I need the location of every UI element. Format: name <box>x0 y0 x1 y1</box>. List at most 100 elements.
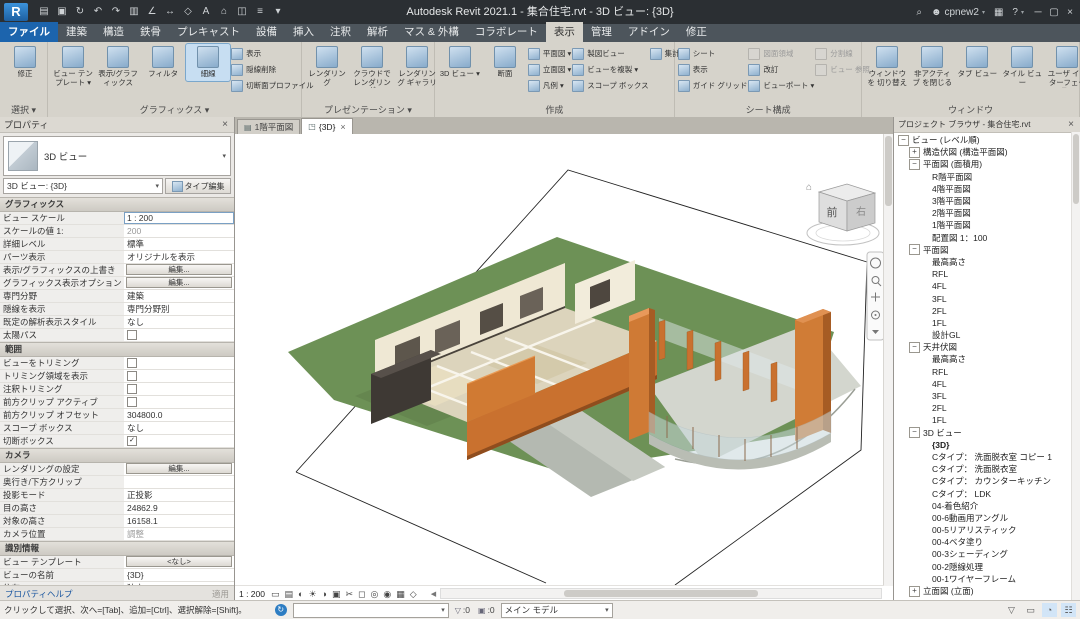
model-canvas[interactable]: 前 右 ⌂ <box>235 134 884 586</box>
tree-item[interactable]: +立面図 (立面) <box>894 585 1080 597</box>
ribbon-tab-11[interactable]: 表示 <box>546 22 583 42</box>
ribbon-tab-6[interactable]: 挿入 <box>285 22 322 42</box>
ribbon-button-4-0-2[interactable]: ガイド グリッド <box>678 79 748 92</box>
ribbon-tab-1[interactable]: 建築 <box>58 22 95 42</box>
aligned-dimension-icon[interactable]: ↔ <box>162 4 178 20</box>
tree-item[interactable]: 2階平面図 <box>894 207 1080 219</box>
tree-item[interactable]: 00-1ワイヤーフレーム <box>894 573 1080 585</box>
tree-expander-icon[interactable]: − <box>909 244 920 255</box>
tree-item[interactable]: −3D ビュー <box>894 427 1080 439</box>
temporary-view-properties-icon[interactable]: ▦ <box>396 587 405 601</box>
crop-region-visibility-icon[interactable]: ◻ <box>358 587 365 601</box>
property-value[interactable]: 16158.1 <box>124 515 234 527</box>
tree-item[interactable]: RFL <box>894 268 1080 280</box>
tree-item[interactable]: 00-4ベタ塗り <box>894 536 1080 548</box>
reveal-hidden-elements-icon[interactable]: ◉ <box>383 587 391 601</box>
tree-item[interactable]: Cタイプ： LDK <box>894 487 1080 499</box>
property-value[interactable]: 正投影 <box>124 489 234 501</box>
tree-expander-icon[interactable]: − <box>909 159 920 170</box>
view-tab-1[interactable]: ◳{3D}× <box>301 118 352 134</box>
ribbon-button-3-2-2[interactable]: 凡例 ▾ <box>528 79 571 92</box>
autodesk-account[interactable]: ☻cpnew2▾ <box>931 7 985 18</box>
sync-status-icon[interactable]: ↻ <box>275 604 287 616</box>
ribbon-button-0-0[interactable]: 修正 <box>3 44 47 81</box>
ribbon-button-3-3-2[interactable]: スコープ ボックス <box>572 79 648 92</box>
help-icon[interactable]: ?▾ <box>1012 7 1024 18</box>
property-value[interactable]: 建築 <box>124 290 234 302</box>
properties-help-link[interactable]: プロパティヘルプ <box>5 588 212 600</box>
default-3d-view-icon[interactable]: ⌂ <box>216 4 232 20</box>
ribbon-tab-3[interactable]: 鉄骨 <box>132 22 169 42</box>
tree-item[interactable]: 1FL <box>894 414 1080 426</box>
scrollbar-thumb[interactable] <box>564 590 758 597</box>
tree-item[interactable]: 00-2隠線処理 <box>894 561 1080 573</box>
scrollbar-thumb[interactable] <box>1073 134 1079 204</box>
tree-item[interactable]: RFL <box>894 366 1080 378</box>
property-value[interactable] <box>124 357 234 369</box>
save-icon[interactable]: ▣ <box>54 4 70 20</box>
ribbon-button-1-2[interactable]: フィルタ <box>141 44 185 81</box>
edit-type-button[interactable]: タイプ編集 <box>165 178 231 194</box>
print-icon[interactable]: ▥ <box>126 4 142 20</box>
tree-item[interactable]: 設計GL <box>894 329 1080 341</box>
tree-item[interactable]: −平面図 <box>894 244 1080 256</box>
ribbon-button-4-0-0[interactable]: シート <box>678 47 748 60</box>
checkbox[interactable] <box>127 384 137 394</box>
property-value[interactable]: 独立 <box>124 582 234 585</box>
ribbon-button-5-1[interactable]: 非アクティブ を閉じる <box>910 44 954 89</box>
text-icon[interactable]: A <box>198 4 214 20</box>
close-icon[interactable]: × <box>220 119 230 130</box>
property-value[interactable]: {3D} <box>124 569 234 581</box>
tree-item[interactable]: 00-3シェーディング <box>894 548 1080 560</box>
tree-item[interactable]: −平面図 (面積用) <box>894 158 1080 170</box>
property-value[interactable]: 編集... <box>124 463 234 475</box>
measure-icon[interactable]: ∠ <box>144 4 160 20</box>
customize-qat-icon[interactable]: ▾ <box>270 4 286 20</box>
undo-icon[interactable]: ↶ <box>90 4 106 20</box>
ribbon-button-2-2[interactable]: レンダリング ギャラリー <box>395 44 439 90</box>
shadows-icon[interactable]: ◑ <box>322 587 327 601</box>
ribbon-button-3-0[interactable]: 3D ビュー ▾ <box>438 44 482 81</box>
tree-item[interactable]: {3D} <box>894 439 1080 451</box>
close-icon[interactable]: × <box>340 122 345 132</box>
ribbon-button-3-3-0[interactable]: 製図ビュー <box>572 47 648 60</box>
open-file-icon[interactable]: ▤ <box>36 4 52 20</box>
checkbox[interactable] <box>127 330 137 340</box>
ribbon-button-4-1-1[interactable]: 改訂 <box>748 63 814 76</box>
notifications-icon[interactable]: ☷ <box>1061 603 1076 617</box>
navigation-bar[interactable] <box>867 252 884 340</box>
ribbon-tab-13[interactable]: アドイン <box>620 22 678 42</box>
ribbon-button-3-1[interactable]: 断面 <box>483 44 527 81</box>
property-value[interactable]: オリジナルを表示 <box>124 251 234 263</box>
property-value[interactable] <box>124 370 234 382</box>
ribbon-tab-0[interactable]: ファイル <box>0 22 58 42</box>
horizontal-scrollbar[interactable] <box>440 588 882 599</box>
checkbox[interactable] <box>127 397 137 407</box>
viewcube-home-icon[interactable]: ⌂ <box>806 182 812 193</box>
close-icon[interactable]: × <box>1066 119 1076 130</box>
design-option-selector[interactable]: メイン モデル ▾ <box>501 603 613 618</box>
visual-style-icon[interactable]: ◐ <box>298 587 303 601</box>
property-value[interactable] <box>124 396 234 408</box>
scrollbar-thumb[interactable] <box>885 136 892 206</box>
ribbon-button-4-0-1[interactable]: 表示 <box>678 63 748 76</box>
tree-expander-icon[interactable]: − <box>898 135 909 146</box>
tree-expander-icon[interactable]: + <box>909 586 920 597</box>
ribbon-tab-7[interactable]: 注釈 <box>322 22 359 42</box>
selection-filter[interactable]: ▣:0 <box>478 605 495 615</box>
checkbox[interactable]: ✓ <box>127 436 137 446</box>
ribbon-button-5-2[interactable]: タブ ビュー <box>955 44 999 81</box>
scale-menu-icon[interactable]: ▭ <box>271 587 280 601</box>
apply-button[interactable]: 適用 <box>212 588 229 600</box>
tree-item[interactable]: 4FL <box>894 378 1080 390</box>
ribbon-button-1-3[interactable]: 細線 <box>186 44 230 81</box>
property-value[interactable]: なし <box>124 316 234 328</box>
tag-by-category-icon[interactable]: ◇ <box>180 4 196 20</box>
property-value[interactable]: <なし> <box>124 556 234 568</box>
property-value[interactable]: ✓ <box>124 435 234 447</box>
revit-logo-icon[interactable]: R <box>4 3 28 21</box>
ribbon-button-3-2-0[interactable]: 平面図 ▾ <box>528 47 571 60</box>
property-value[interactable]: 専門分野別 <box>124 303 234 315</box>
exclude-options-icon[interactable]: ▽ <box>1004 603 1019 617</box>
thin-lines-icon[interactable]: ≡ <box>252 4 268 20</box>
